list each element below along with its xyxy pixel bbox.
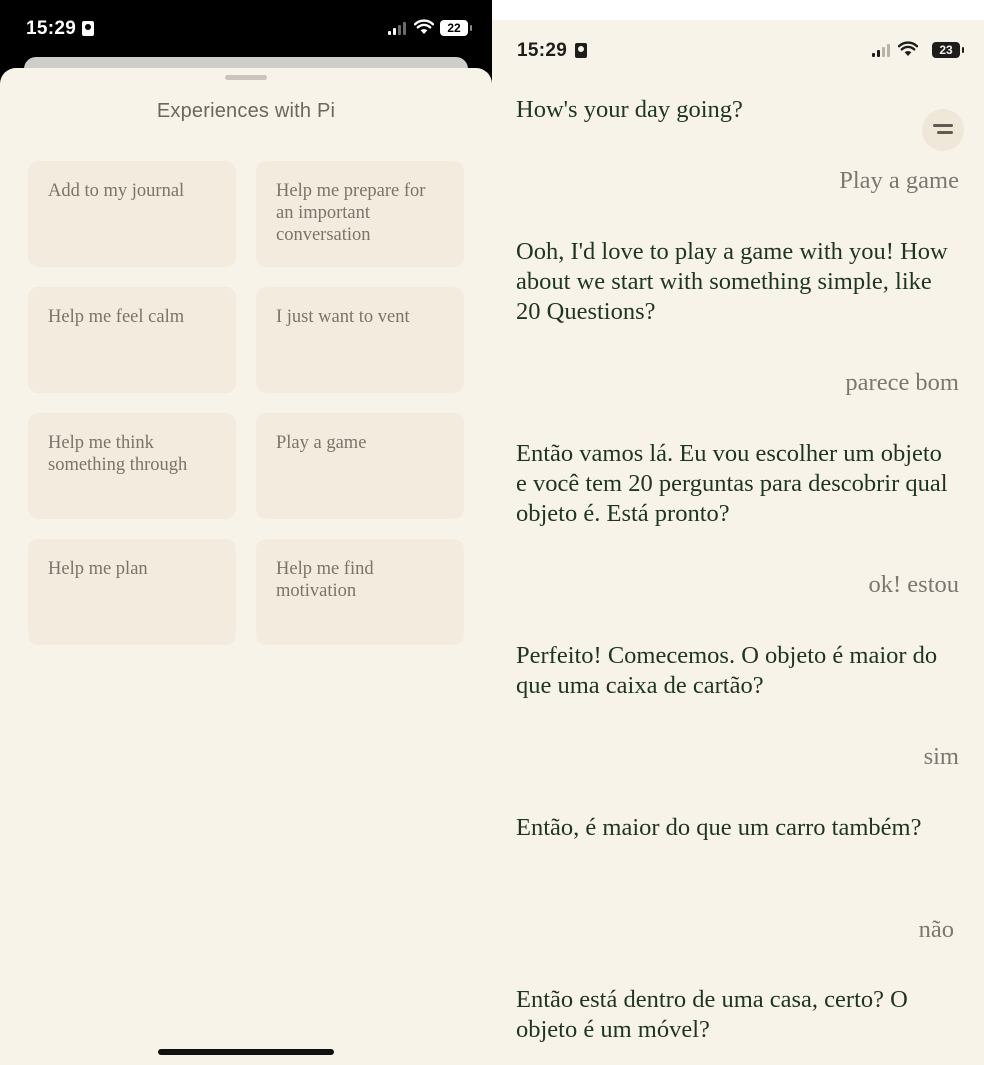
- battery-icon: 23: [932, 42, 964, 58]
- experience-card-journal[interactable]: Add to my journal: [28, 161, 236, 267]
- id-card-icon: [82, 21, 94, 36]
- status-time: 15:29: [517, 40, 568, 61]
- sheet-grabber[interactable]: [225, 75, 267, 80]
- experience-card-think-through[interactable]: Help me think something through: [28, 413, 236, 519]
- experience-grid: Add to my journal Help me prepare for an…: [28, 161, 464, 645]
- battery-icon: 22: [440, 20, 472, 36]
- user-message: parece bom: [845, 369, 959, 396]
- pi-message: Ooh, I'd love to play a game with you! H…: [516, 238, 948, 325]
- pi-message: Perfeito! Comecemos. O objeto é maior do…: [516, 642, 938, 699]
- user-message: Play a game: [839, 167, 959, 194]
- experience-card-vent[interactable]: I just want to vent: [256, 287, 464, 393]
- experiences-sheet: Experiences with Pi Add to my journal He…: [0, 68, 492, 1065]
- pi-message: Então vamos lá. Eu vou escolher um objet…: [516, 440, 948, 527]
- experience-card-motivation[interactable]: Help me find motivation: [256, 539, 464, 645]
- user-message: não: [918, 916, 954, 943]
- sheet-title: Experiences with Pi: [156, 100, 336, 122]
- experience-card-plan[interactable]: Help me plan: [28, 539, 236, 645]
- status-bar: 15:29 23: [492, 20, 984, 76]
- experience-card-prepare-conversation[interactable]: Help me prepare for an important convers…: [256, 161, 464, 267]
- cellular-signal-icon: [388, 22, 406, 35]
- pi-message: How's your day going?: [516, 96, 743, 123]
- chat-screen: 15:29 23 How's your day going? Play a ga…: [492, 20, 984, 1065]
- experience-card-play-game[interactable]: Play a game: [256, 413, 464, 519]
- wifi-icon: [898, 41, 918, 56]
- home-indicator[interactable]: [158, 1049, 334, 1055]
- experiences-screen: 15:29 22 Experiences with Pi Add to my j…: [0, 0, 492, 1065]
- wifi-icon: [414, 19, 434, 34]
- id-card-icon: [575, 43, 587, 58]
- pi-message: Então está dentro de uma casa, certo? O …: [516, 986, 908, 1043]
- user-message: ok! estou: [868, 571, 960, 598]
- user-message: sim: [923, 743, 959, 770]
- status-time: 15:29: [26, 18, 77, 39]
- experience-card-feel-calm[interactable]: Help me feel calm: [28, 287, 236, 393]
- pi-message: Então, é maior do que um carro também?: [516, 814, 922, 841]
- status-bar: 15:29 22: [0, 0, 492, 56]
- cellular-signal-icon: [872, 44, 890, 57]
